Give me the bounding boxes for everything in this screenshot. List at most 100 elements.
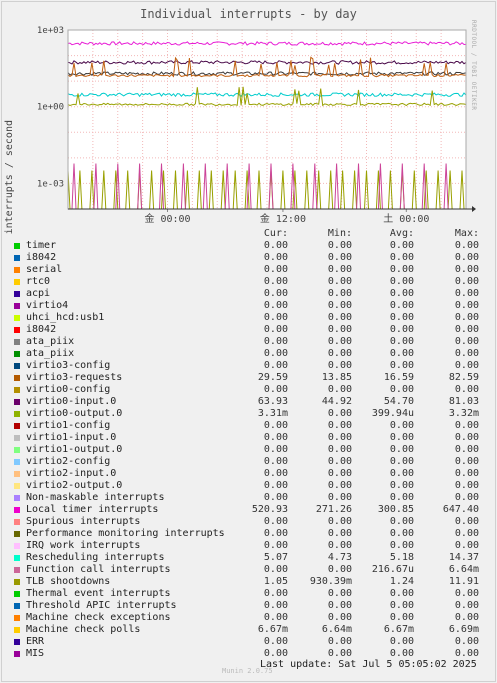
legend-row: ata_piix 0.00 0.00 0.00 0.00 bbox=[12, 348, 482, 360]
y-tick-label: 1e+00 bbox=[37, 103, 64, 113]
legend-cur: 6.67m bbox=[257, 624, 288, 635]
legend-avg: 0.00 bbox=[389, 384, 414, 395]
legend-avg: 1.24 bbox=[389, 576, 414, 587]
legend-min: 0.00 bbox=[327, 432, 352, 443]
legend-swatch bbox=[14, 615, 20, 621]
legend-min: 0.00 bbox=[327, 480, 352, 491]
legend-max: 0.00 bbox=[454, 252, 479, 263]
legend-min: 0.00 bbox=[327, 264, 352, 275]
header-avg: Avg: bbox=[389, 228, 414, 239]
legend-cur: 0.00 bbox=[263, 492, 288, 503]
legend-name: IRQ work interrupts bbox=[26, 540, 141, 551]
legend-max: 3.32m bbox=[448, 408, 479, 419]
legend-row: virtio0-input.0 63.93 44.92 54.70 81.03 bbox=[12, 396, 482, 408]
legend-swatch bbox=[14, 363, 20, 369]
legend-max: 0.00 bbox=[454, 336, 479, 347]
legend-swatch bbox=[14, 435, 20, 441]
legend-max: 0.00 bbox=[454, 324, 479, 335]
legend-cur: 0.00 bbox=[263, 456, 288, 467]
legend-avg: 0.00 bbox=[389, 276, 414, 287]
legend-swatch bbox=[14, 519, 20, 525]
legend-swatch bbox=[14, 279, 20, 285]
legend-cur: 0.00 bbox=[263, 564, 288, 575]
legend-max: 0.00 bbox=[454, 264, 479, 275]
legend-swatch bbox=[14, 495, 20, 501]
legend-name: MIS bbox=[26, 648, 45, 659]
legend-cur: 0.00 bbox=[263, 516, 288, 527]
legend-avg: 0.00 bbox=[389, 492, 414, 503]
legend-name: Spurious interrupts bbox=[26, 516, 141, 527]
legend-min: 0.00 bbox=[327, 612, 352, 623]
legend-swatch bbox=[14, 543, 20, 549]
legend-avg: 0.00 bbox=[389, 360, 414, 371]
x-tick-label: 金 00:00 bbox=[144, 212, 190, 225]
legend-max: 0.00 bbox=[454, 288, 479, 299]
legend-max: 0.00 bbox=[454, 480, 479, 491]
legend-swatch bbox=[14, 579, 20, 585]
legend-min: 0.00 bbox=[327, 240, 352, 251]
legend-avg: 0.00 bbox=[389, 324, 414, 335]
legend-avg: 0.00 bbox=[389, 636, 414, 647]
legend-name: virtio4 bbox=[26, 300, 69, 311]
legend-min: 0.00 bbox=[327, 564, 352, 575]
legend-cur: 29.59 bbox=[257, 372, 288, 383]
x-axis-arrow bbox=[472, 206, 476, 212]
legend-swatch bbox=[14, 291, 20, 297]
legend-avg: 300.85 bbox=[377, 504, 414, 515]
legend-cur: 0.00 bbox=[263, 252, 288, 263]
legend-avg: 0.00 bbox=[389, 528, 414, 539]
legend-max: 82.59 bbox=[448, 372, 479, 383]
legend-name: rtc0 bbox=[26, 276, 51, 287]
legend-min: 13.85 bbox=[321, 372, 352, 383]
legend-cur: 0.00 bbox=[263, 264, 288, 275]
legend-avg: 0.00 bbox=[389, 252, 414, 263]
legend-min: 0.00 bbox=[327, 588, 352, 599]
legend-swatch bbox=[14, 243, 20, 249]
legend-name: acpi bbox=[26, 288, 51, 299]
legend-swatch bbox=[14, 327, 20, 333]
legend-min: 0.00 bbox=[327, 312, 352, 323]
legend-name: Rescheduling interrupts bbox=[26, 552, 165, 563]
legend-avg: 0.00 bbox=[389, 612, 414, 623]
legend-name: virtio3-requests bbox=[26, 372, 123, 383]
legend-name: Machine check polls bbox=[26, 624, 141, 635]
legend-min: 0.00 bbox=[327, 456, 352, 467]
legend-swatch bbox=[14, 423, 20, 429]
legend-cur: 0.00 bbox=[263, 588, 288, 599]
legend-max: 0.00 bbox=[454, 360, 479, 371]
legend-swatch bbox=[14, 447, 20, 453]
legend-min: 0.00 bbox=[327, 636, 352, 647]
legend-row: Threshold APIC interrupts 0.00 0.00 0.00 0.0… bbox=[12, 600, 482, 612]
legend-max: 14.37 bbox=[448, 552, 479, 563]
legend-max: 0.00 bbox=[454, 612, 479, 623]
legend-min: 0.00 bbox=[327, 288, 352, 299]
header-cur: Cur: bbox=[263, 228, 288, 239]
legend-max: 0.00 bbox=[454, 432, 479, 443]
legend-swatch bbox=[14, 555, 20, 561]
legend-name: Non-maskable interrupts bbox=[26, 492, 165, 503]
legend-cur: 0.00 bbox=[263, 420, 288, 431]
legend-avg: 0.00 bbox=[389, 312, 414, 323]
legend-cur: 0.00 bbox=[263, 348, 288, 359]
munin-version: Munin 2.0.75 bbox=[222, 667, 273, 675]
legend-min: 44.92 bbox=[321, 396, 352, 407]
legend-avg: 0.00 bbox=[389, 348, 414, 359]
legend-name: Machine check exceptions bbox=[26, 612, 171, 623]
legend-row: virtio2-input.0 0.00 0.00 0.00 0.00 bbox=[12, 468, 482, 480]
legend-row: virtio3-requests 29.59 13.85 16.59 82.59 bbox=[12, 372, 482, 384]
legend-max: 6.69m bbox=[448, 624, 479, 635]
legend-avg: 0.00 bbox=[389, 420, 414, 431]
legend-name: ata_piix bbox=[26, 348, 75, 359]
legend-min: 0.00 bbox=[327, 360, 352, 371]
legend-name: timer bbox=[26, 240, 57, 251]
legend-max: 0.00 bbox=[454, 468, 479, 479]
legend-swatch bbox=[14, 483, 20, 489]
legend-cur: 520.93 bbox=[251, 504, 288, 515]
legend-name: virtio3-config bbox=[26, 360, 111, 371]
legend-swatch bbox=[14, 639, 20, 645]
legend-name: virtio1-config bbox=[26, 420, 111, 431]
legend-avg: 0.00 bbox=[389, 468, 414, 479]
legend-min: 0.00 bbox=[327, 324, 352, 335]
legend-swatch bbox=[14, 603, 20, 609]
legend-cur: 0.00 bbox=[263, 540, 288, 551]
